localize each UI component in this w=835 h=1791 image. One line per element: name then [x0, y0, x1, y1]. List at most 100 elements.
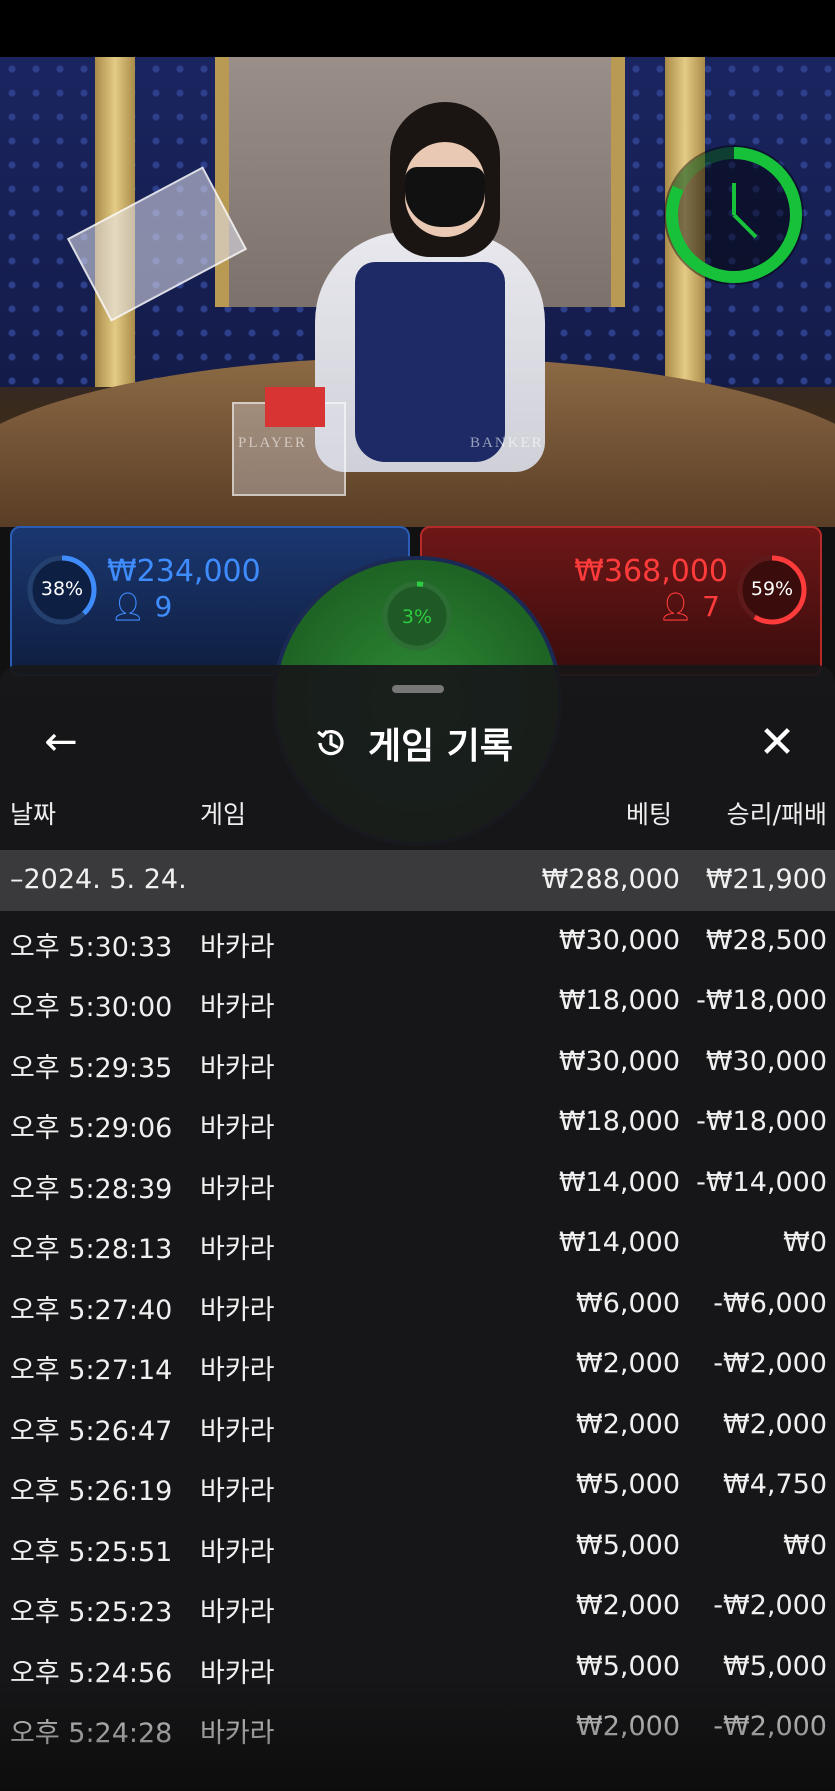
date-group-row[interactable]: –2024. 5. 24. ₩288,000 ₩21,900: [0, 850, 835, 911]
row-game: 바카라: [200, 1113, 275, 1144]
back-button[interactable]: ←: [36, 717, 86, 767]
row-result: ₩5,000: [723, 1650, 827, 1682]
row-result: -₩6,000: [713, 1287, 827, 1319]
row-game: 바카라: [200, 1173, 275, 1205]
history-row[interactable]: 오후 5:24:28 바카라 ₩2,000 -₩2,000: [0, 1697, 835, 1758]
live-video-feed: PLAYER BANKER: [0, 57, 835, 527]
row-time: 오후 5:26:47: [10, 1415, 173, 1447]
row-time: 오후 5:25:51: [10, 1536, 173, 1568]
row-result: ₩28,500: [705, 924, 827, 956]
history-row[interactable]: 오후 5:29:06 바카라 ₩18,000 -₩18,000: [0, 1092, 835, 1153]
game-history-sheet: ← 게임 기록 ✕ 날짜 게임 베팅 승리/패배 –2024. 5. 24. ₩…: [0, 665, 835, 1791]
row-bet: ₩2,000: [576, 1590, 680, 1621]
row-time: 오후 5:30:00: [10, 992, 173, 1023]
cut-card: [265, 387, 325, 427]
countdown-timer: [664, 145, 804, 285]
player-bettors: 👤︎ 9: [110, 590, 172, 623]
row-result: ₩0: [783, 1227, 827, 1258]
row-game: 바카라: [200, 1657, 275, 1689]
history-row[interactable]: 오후 5:29:35 바카라 ₩30,000 ₩30,000: [0, 1032, 835, 1093]
row-bet: ₩18,000: [558, 1106, 680, 1137]
row-game: 바카라: [200, 1234, 275, 1265]
row-result: -₩14,000: [696, 1166, 827, 1198]
user-icon: 👤︎: [657, 590, 694, 623]
row-game: 바카라: [200, 1294, 275, 1326]
row-bet: ₩2,000: [576, 1348, 680, 1379]
history-icon: [312, 724, 350, 762]
row-result: -₩2,000: [713, 1348, 827, 1379]
history-row[interactable]: 오후 5:24:56 바카라 ₩5,000 ₩5,000: [0, 1637, 835, 1698]
history-row[interactable]: 오후 5:26:19 바카라 ₩5,000 ₩4,750: [0, 1455, 835, 1516]
arrow-left-icon: ←: [44, 719, 78, 765]
row-game: 바카라: [200, 1476, 275, 1507]
history-row[interactable]: 오후 5:27:40 바카라 ₩6,000 -₩6,000: [0, 1274, 835, 1335]
dealer-vest: [355, 262, 505, 462]
date-group-label: –2024. 5. 24.: [10, 864, 187, 895]
column-header-bet: 베팅: [625, 800, 672, 829]
row-time: 오후 5:28:13: [10, 1234, 173, 1265]
history-row[interactable]: 오후 5:30:33 바카라 ₩30,000 ₩28,500: [0, 911, 835, 972]
row-game: 바카라: [200, 1597, 275, 1628]
history-row[interactable]: 오후 5:26:47 바카라 ₩2,000 ₩2,000: [0, 1395, 835, 1456]
sheet-header: ← 게임 기록 ✕: [0, 705, 835, 785]
banker-stake: ₩368,000: [574, 554, 728, 589]
history-row[interactable]: 오후 5:28:13 바카라 ₩14,000 ₩0: [0, 1213, 835, 1274]
row-bet: ₩18,000: [558, 985, 680, 1016]
close-icon: ✕: [758, 717, 796, 768]
row-time: 오후 5:29:35: [10, 1052, 173, 1084]
row-game: 바카라: [200, 1718, 275, 1749]
column-header-date: 날짜: [10, 800, 57, 829]
row-time: 오후 5:29:06: [10, 1113, 173, 1144]
row-bet: ₩5,000: [576, 1650, 680, 1682]
date-group-result-total: ₩21,900: [705, 864, 827, 895]
row-time: 오후 5:27:14: [10, 1355, 173, 1386]
history-row[interactable]: 오후 5:27:14 바카라 ₩2,000 -₩2,000: [0, 1334, 835, 1395]
row-bet: ₩14,000: [558, 1166, 680, 1198]
row-bet: ₩2,000: [576, 1711, 680, 1742]
history-row[interactable]: 오후 5:30:00 바카라 ₩18,000 -₩18,000: [0, 971, 835, 1032]
row-result: ₩2,000: [723, 1408, 827, 1440]
close-button[interactable]: ✕: [750, 717, 804, 771]
player-bettor-count: 9: [154, 590, 173, 623]
row-time: 오후 5:24:56: [10, 1657, 173, 1689]
sheet-title: 게임 기록: [312, 715, 513, 771]
row-time: 오후 5:26:19: [10, 1476, 173, 1507]
row-time: 오후 5:25:23: [10, 1597, 173, 1628]
history-table: –2024. 5. 24. ₩288,000 ₩21,900 오후 5:30:3…: [0, 850, 835, 1758]
row-result: ₩0: [783, 1529, 827, 1561]
sheet-title-text: 게임 기록: [368, 726, 514, 767]
row-game: 바카라: [200, 931, 275, 963]
row-result: ₩30,000: [705, 1045, 827, 1077]
row-bet: ₩5,000: [576, 1469, 680, 1500]
row-game: 바카라: [200, 1536, 275, 1568]
banker-percent: 59%: [750, 578, 794, 600]
row-result: -₩2,000: [713, 1590, 827, 1621]
tie-percent: 3%: [401, 606, 433, 628]
row-game: 바카라: [200, 1355, 275, 1386]
date-group-bet-total: ₩288,000: [541, 864, 680, 895]
sheet-drag-handle[interactable]: [392, 685, 444, 693]
banker-bettors: 👤︎ 7: [658, 590, 720, 623]
row-time: 오후 5:28:39: [10, 1173, 173, 1205]
column-header-result: 승리/패배: [726, 800, 827, 829]
player-stake: ₩234,000: [107, 554, 261, 589]
player-percent: 38%: [40, 578, 84, 600]
row-bet: ₩14,000: [558, 1227, 680, 1258]
column-header-game: 게임: [200, 800, 247, 829]
history-row[interactable]: 오후 5:25:23 바카라 ₩2,000 -₩2,000: [0, 1576, 835, 1637]
row-time: 오후 5:30:33: [10, 931, 173, 963]
row-bet: ₩6,000: [576, 1287, 680, 1319]
table-label-player: PLAYER: [238, 435, 307, 451]
row-bet: ₩30,000: [558, 924, 680, 956]
row-bet: ₩5,000: [576, 1529, 680, 1561]
row-result: -₩18,000: [696, 985, 827, 1016]
row-time: 오후 5:24:28: [10, 1718, 173, 1749]
row-bet: ₩30,000: [558, 1045, 680, 1077]
user-icon: 👤︎: [110, 590, 146, 623]
row-time: 오후 5:27:40: [10, 1294, 173, 1326]
history-row[interactable]: 오후 5:25:51 바카라 ₩5,000 ₩0: [0, 1516, 835, 1577]
row-bet: ₩2,000: [576, 1408, 680, 1440]
row-game: 바카라: [200, 1415, 275, 1447]
row-result: -₩2,000: [713, 1711, 827, 1742]
history-row[interactable]: 오후 5:28:39 바카라 ₩14,000 -₩14,000: [0, 1153, 835, 1214]
